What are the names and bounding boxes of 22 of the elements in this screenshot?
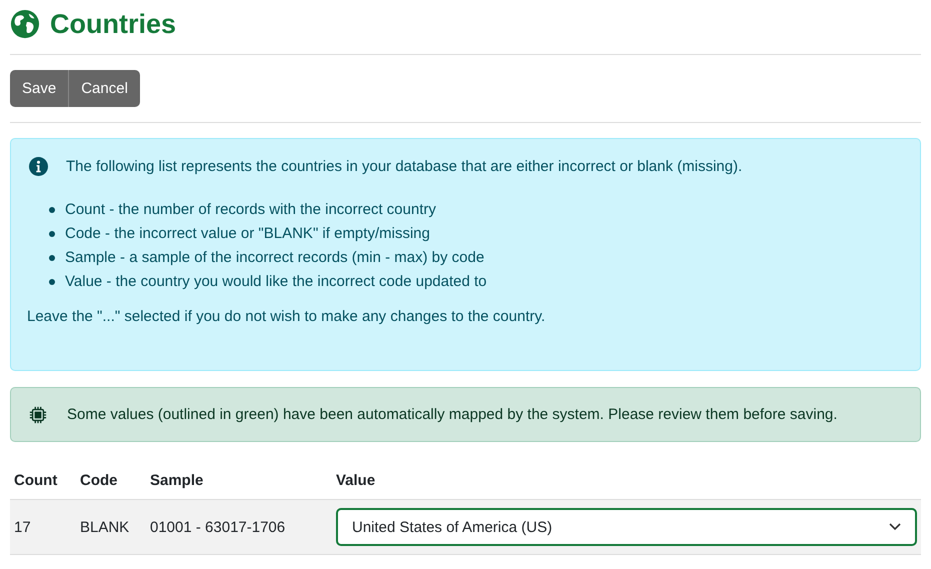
list-item: Sample - a sample of the incorrect records (min - max) by code — [65, 248, 484, 268]
globe-icon — [10, 9, 40, 39]
table-cell: 01001 - 63017-1706 — [146, 500, 332, 554]
list-item: Code - the incorrect value or "BLANK" if empty/missing — [65, 224, 430, 244]
bullet-icon — [49, 231, 55, 237]
info-icon — [29, 157, 48, 176]
action-button[interactable]: Save — [10, 70, 70, 107]
table-cell: 17 — [10, 500, 76, 554]
page-title: Countries — [50, 8, 176, 40]
table-cell: BLANK — [76, 500, 146, 554]
info-text: The following list represents the countries in your database that are either incorrect or blank (missing). — [66, 158, 742, 175]
info-text: Leave the "..." selected if you do not wish to make any changes to the country. — [27, 308, 546, 325]
list-item: Count - the number of records with the incorrect country — [65, 200, 436, 220]
action-button[interactable]: Cancel — [69, 70, 140, 107]
bullet-icon — [49, 279, 55, 285]
country-dropdown[interactable]: United States of America (US) — [336, 508, 917, 546]
chevron-down-icon — [889, 523, 901, 531]
bullet-icon — [49, 207, 55, 213]
chip-icon — [29, 406, 47, 424]
list-item: Value - the country you would like the incorrect code updated to — [65, 272, 487, 292]
notice-text: Some values (outlined in green) have been automatically mapped by the system. Please review them before saving. — [67, 406, 838, 423]
bullet-icon — [49, 255, 55, 261]
